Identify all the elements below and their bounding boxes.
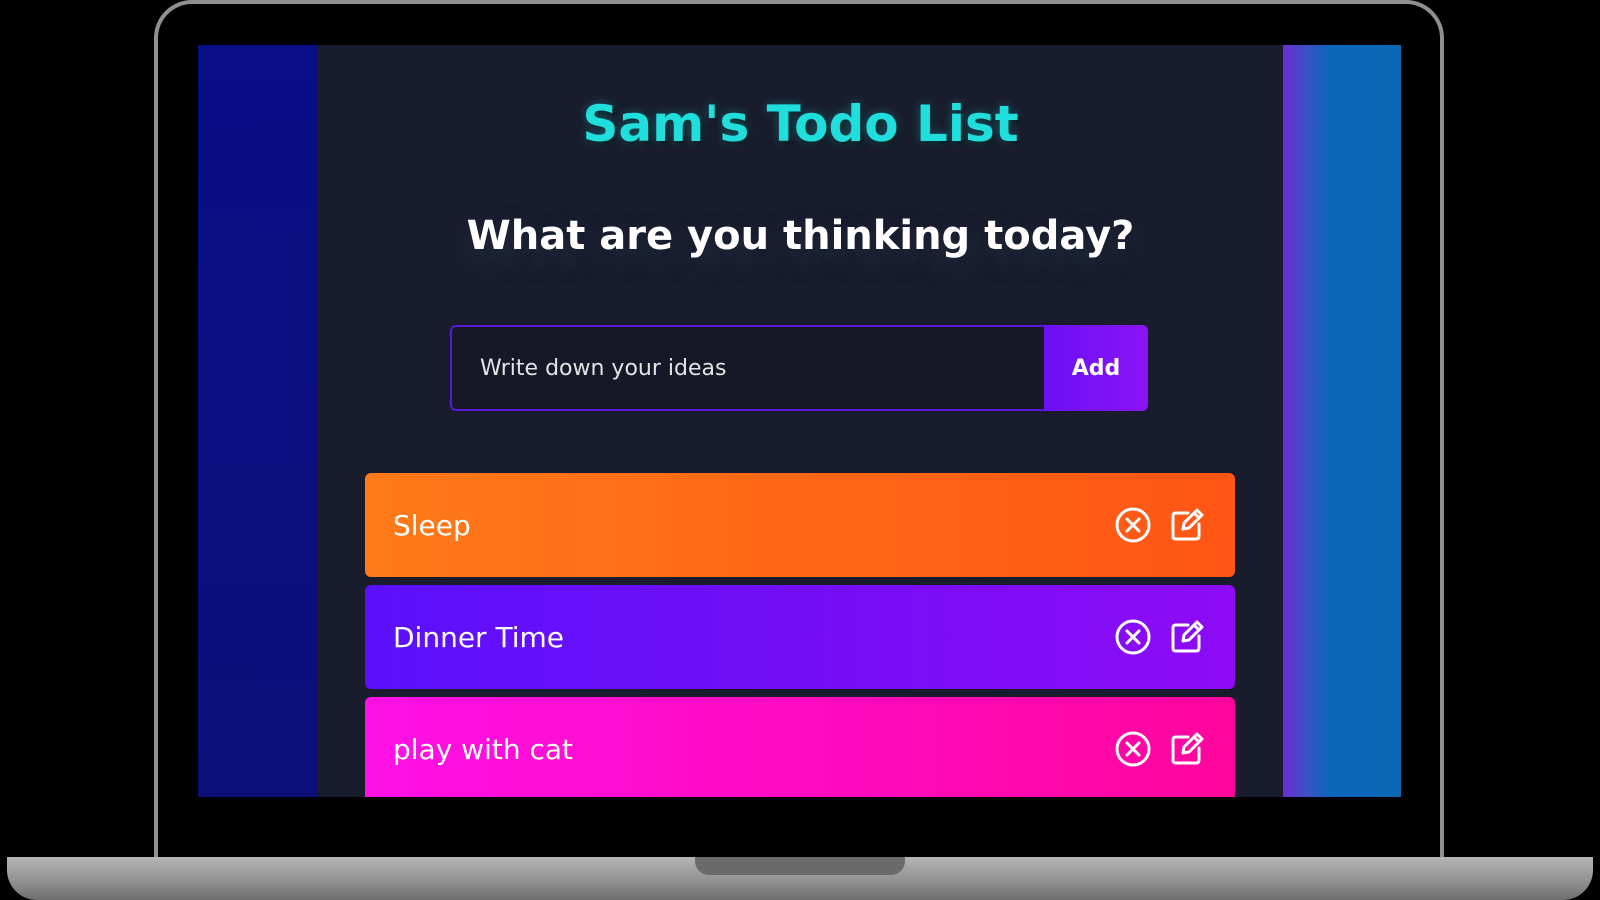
todo-app: Sam's Todo List What are you thinking to…: [318, 45, 1283, 797]
todo-input[interactable]: [450, 325, 1044, 411]
todo-text: Sleep: [393, 508, 471, 542]
close-circle-icon[interactable]: [1113, 729, 1153, 769]
left-background-panel: [198, 45, 318, 797]
todo-actions: [1113, 505, 1207, 545]
question-heading: What are you thinking today?: [466, 213, 1135, 259]
todo-text: play with cat: [393, 732, 574, 766]
edit-icon[interactable]: [1167, 729, 1207, 769]
todo-form: Add: [450, 325, 1148, 411]
close-circle-icon[interactable]: [1113, 617, 1153, 657]
todo-actions: [1113, 617, 1207, 657]
add-button[interactable]: Add: [1044, 325, 1148, 411]
screen: Sam's Todo List What are you thinking to…: [198, 45, 1401, 797]
edit-icon[interactable]: [1167, 505, 1207, 545]
todo-item: Dinner Time: [365, 585, 1235, 689]
todo-list: Sleep Dinner Time play with cat: [365, 473, 1235, 797]
todo-text: Dinner Time: [393, 620, 564, 654]
laptop-notch: [695, 857, 905, 875]
app-title: Sam's Todo List: [582, 95, 1019, 153]
todo-item: play with cat: [365, 697, 1235, 797]
close-circle-icon[interactable]: [1113, 505, 1153, 545]
right-background-panel: [1283, 45, 1401, 797]
edit-icon[interactable]: [1167, 617, 1207, 657]
todo-actions: [1113, 729, 1207, 769]
todo-item: Sleep: [365, 473, 1235, 577]
